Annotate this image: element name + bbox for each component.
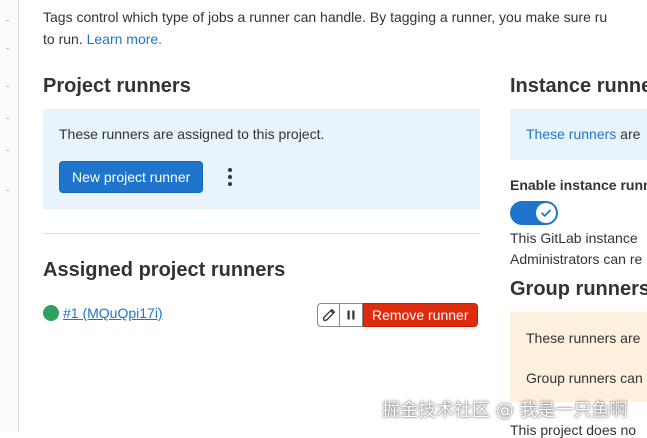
group-runners-panel: These runners are Group runners can <box>510 312 647 402</box>
section-divider <box>43 233 480 234</box>
runner-actions: Remove runner <box>317 303 478 327</box>
group-runners-title: Group runners <box>510 278 647 300</box>
help-line-2: Administrators can re <box>510 251 643 267</box>
instance-runners-title: Instance runne <box>510 75 647 97</box>
rail-tick <box>6 150 9 151</box>
help-line-1: This GitLab instance <box>510 230 638 246</box>
instance-runners-description: These runners are <box>526 126 640 142</box>
pause-icon <box>347 310 355 320</box>
rail-tick <box>6 86 9 87</box>
left-sidebar-rail <box>0 0 19 432</box>
new-project-runner-button[interactable]: New project runner <box>59 161 204 193</box>
instance-runners-panel: These runners are <box>510 109 647 160</box>
project-runners-panel: These runners are assigned to this proje… <box>43 109 480 209</box>
runner-link[interactable]: #1 (MQuQpi17i) <box>63 305 163 321</box>
intro-text: Tags control which type of jobs a runner… <box>43 6 647 50</box>
rail-tick <box>6 118 9 119</box>
more-actions-icon[interactable] <box>221 163 239 191</box>
group-runners-line-2: Group runners can <box>526 370 643 386</box>
project-runners-title: Project runners <box>43 75 191 97</box>
enable-instance-runners-toggle[interactable] <box>510 201 558 225</box>
group-runners-line-1: These runners are <box>526 330 641 346</box>
enable-instance-runners-label: Enable instance runn <box>510 177 647 193</box>
instance-runners-suffix: are <box>616 126 641 142</box>
edit-runner-button[interactable] <box>317 303 340 327</box>
rail-tick <box>6 20 9 21</box>
group-runners-footer-text: This project does no <box>510 422 637 438</box>
instance-runners-help: This GitLab instance Administrators can … <box>510 228 642 270</box>
check-icon <box>541 209 551 217</box>
intro-line-1: Tags control which type of jobs a runner… <box>43 9 608 25</box>
intro-line-2-prefix: to run. <box>43 31 83 47</box>
rail-tick <box>6 48 9 49</box>
runner-row: #1 (MQuQpi17i) <box>43 305 163 321</box>
watermark: 掘金技术社区 @ 我是一只鱼啊 <box>382 400 628 421</box>
pause-runner-button[interactable] <box>340 303 363 327</box>
project-runners-description: These runners are assigned to this proje… <box>59 126 325 142</box>
rail-tick <box>6 190 9 191</box>
remove-runner-button[interactable]: Remove runner <box>363 303 478 327</box>
instance-runners-link[interactable]: These runners <box>526 126 616 142</box>
intro-line-2: to run. Learn more. <box>43 28 647 50</box>
assigned-runners-title: Assigned project runners <box>43 259 286 281</box>
learn-more-link[interactable]: Learn more. <box>87 31 162 47</box>
online-status-icon <box>43 305 59 321</box>
pencil-icon <box>322 308 335 321</box>
toggle-knob <box>536 203 556 223</box>
